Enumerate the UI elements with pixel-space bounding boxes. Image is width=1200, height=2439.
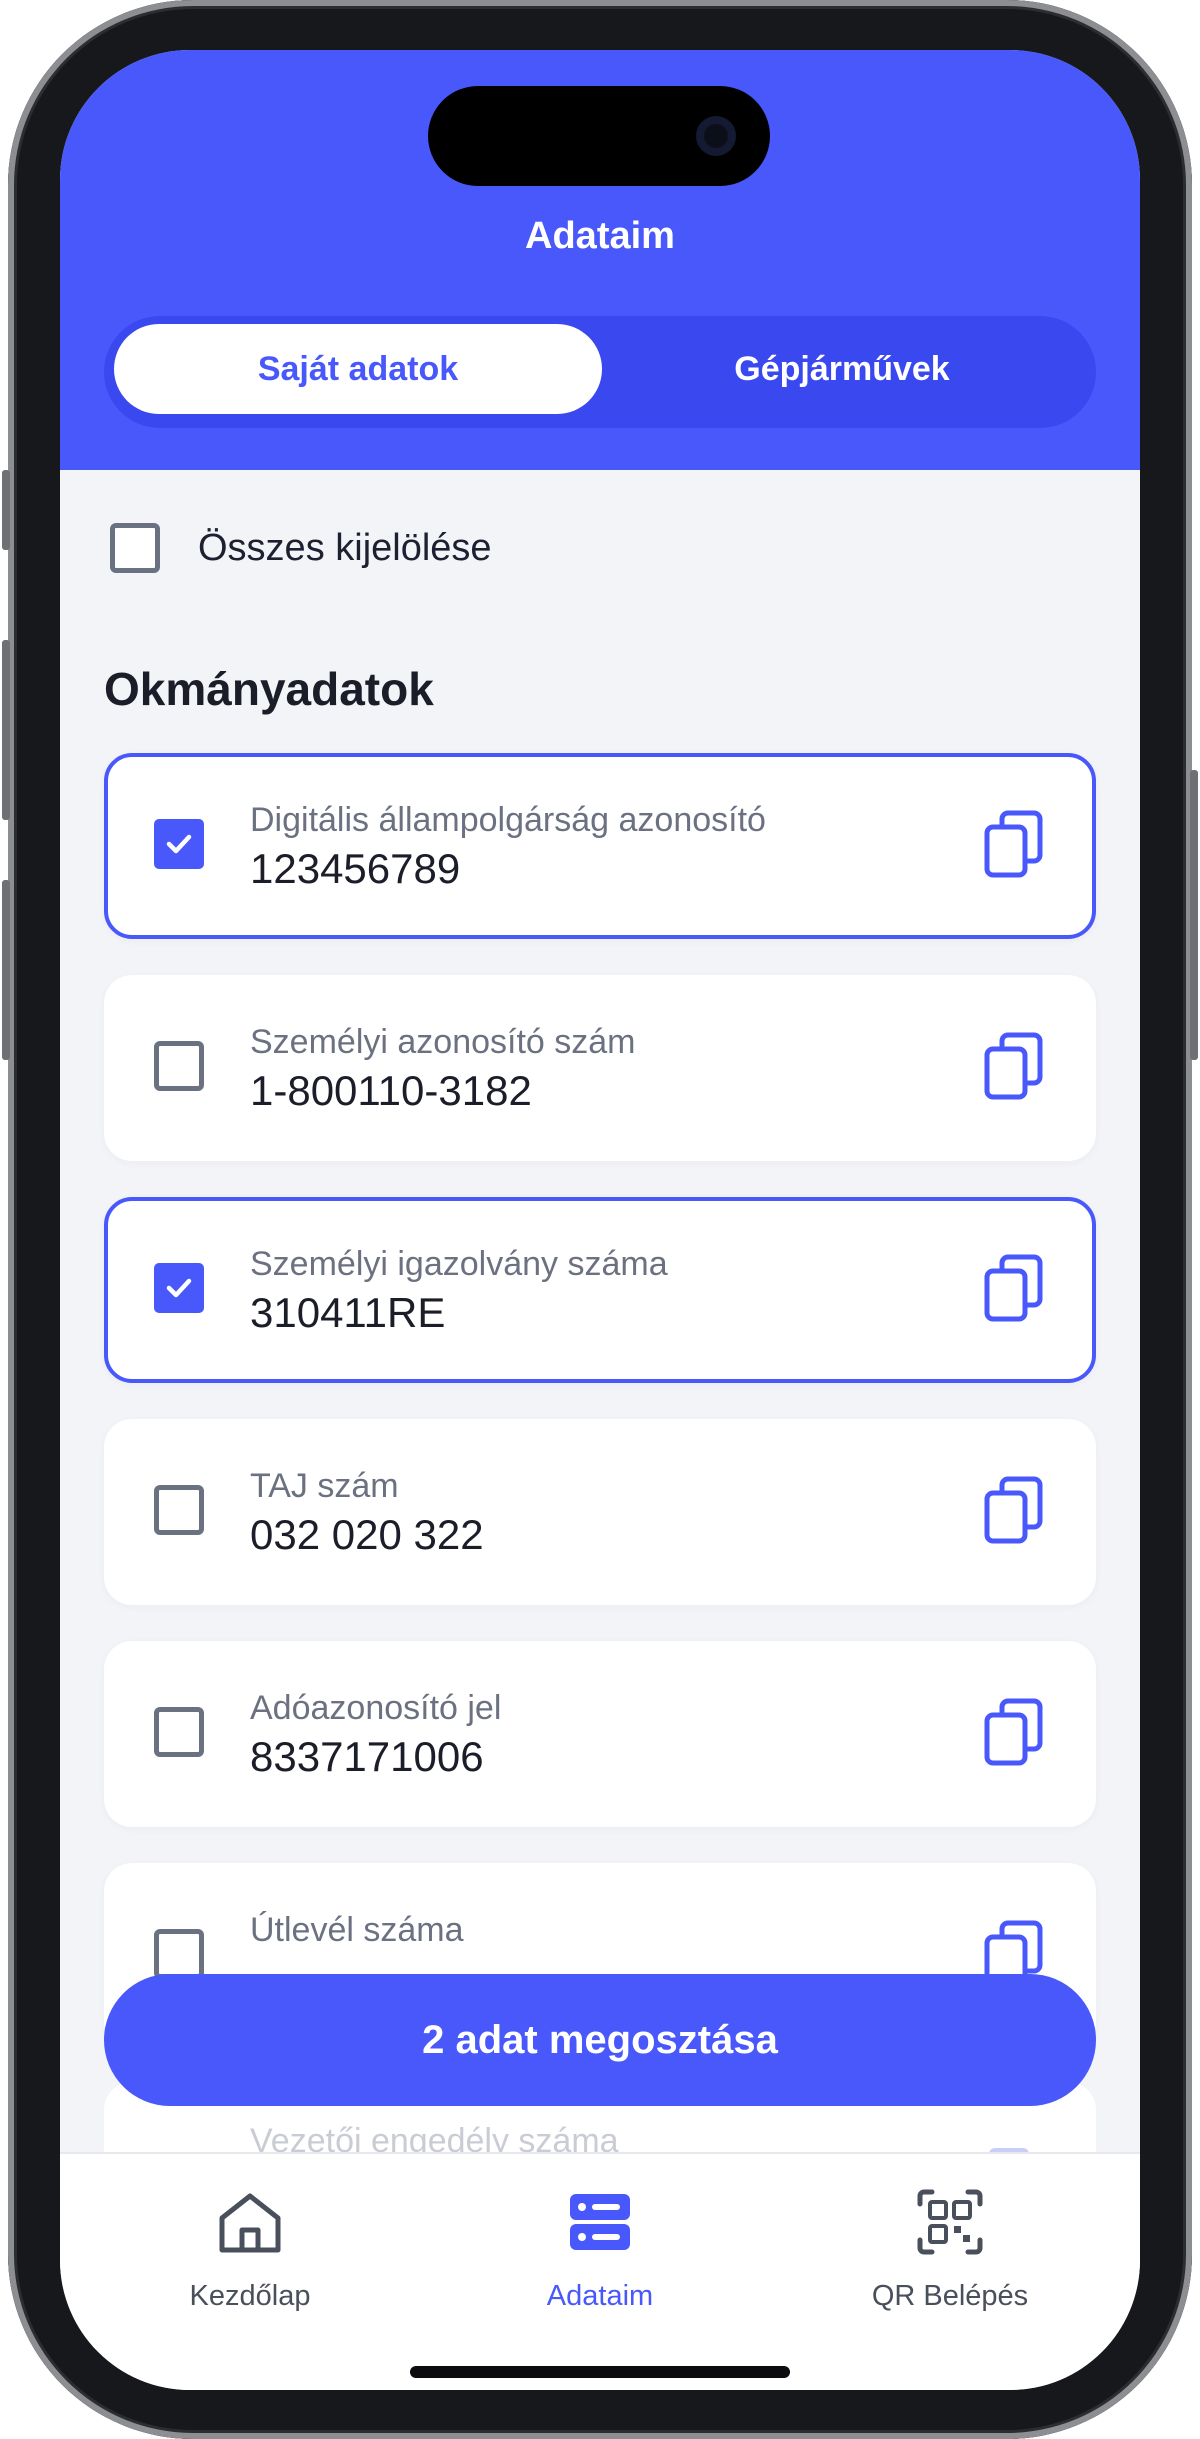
side-button-volume-up [2,640,10,820]
document-value: 123456789 [250,845,461,892]
document-label: Adóazonosító jel [250,1689,502,1727]
document-card[interactable]: Személyi igazolvány száma 310411RE [104,1197,1096,1383]
copy-icon[interactable] [982,1697,1046,1769]
check-icon [166,834,192,854]
document-label: Digitális állampolgárság azonosító [250,801,766,839]
document-checkbox[interactable] [154,1485,204,1535]
tabbar-label: QR Belépés [871,2280,1029,2312]
tabbar-label: Adataim [546,2280,654,2312]
select-all-row[interactable]: Összes kijelölése [110,520,492,576]
share-button[interactable]: 2 adat megosztása [104,1974,1096,2106]
document-value: 032 020 322 [250,1511,484,1558]
select-all-label: Összes kijelölése [198,526,492,569]
list-icon [570,2194,630,2250]
qr-code-icon [917,2189,983,2255]
document-card[interactable]: Adóazonosító jel 8337171006 [104,1641,1096,1827]
header: Adataim Saját adatok Gépjárművek [60,50,1140,470]
document-value: 8337171006 [250,1733,484,1780]
document-checkbox[interactable] [154,819,204,869]
tabbar-item-qr-login[interactable]: QR Belépés [800,2154,1100,2354]
copy-icon[interactable] [982,1253,1046,1325]
app-screen: Adataim Saját adatok Gépjárművek Összes … [60,50,1140,2390]
document-value: 310411RE [250,1289,446,1336]
copy-icon[interactable] [982,1031,1046,1103]
select-all-checkbox[interactable] [110,523,160,573]
copy-icon[interactable] [982,1475,1046,1547]
document-label: TAJ szám [250,1467,399,1505]
side-button-volume-down [2,880,10,1060]
document-label: Útlevél száma [250,1911,464,1949]
side-button-power [1190,770,1198,1060]
check-icon [166,1278,192,1298]
document-value: 1-800110-3182 [250,1067,532,1114]
page-title: Adataim [525,215,675,257]
tabbar-item-home[interactable]: Kezdőlap [100,2154,400,2354]
tab-bar: Kezdőlap Adataim QR Belépés [60,2152,1140,2390]
document-card[interactable]: Digitális állampolgárság azonosító 12345… [104,753,1096,939]
document-card[interactable]: Személyi azonosító szám 1-800110-3182 [104,975,1096,1161]
tabbar-label: Kezdőlap [189,2280,311,2312]
document-checkbox[interactable] [154,1929,204,1979]
home-icon [219,2193,281,2253]
document-checkbox[interactable] [154,1263,204,1313]
document-label: Személyi igazolvány száma [250,1245,668,1283]
document-label: Személyi azonosító szám [250,1023,636,1061]
document-checkbox[interactable] [154,1041,204,1091]
document-checkbox[interactable] [154,1707,204,1757]
tab-vehicles[interactable]: Gépjárművek [598,324,1086,414]
side-button-action [2,470,10,550]
copy-icon[interactable] [982,809,1046,881]
section-title: Okmányadatok [104,663,434,715]
document-card[interactable]: TAJ szám 032 020 322 [104,1419,1096,1605]
home-indicator [410,2366,790,2378]
tab-own-data[interactable]: Saját adatok [114,324,602,414]
camera-lens [696,116,736,156]
tabbar-item-my-data[interactable]: Adataim [450,2154,750,2354]
segmented-control: Saját adatok Gépjárművek [104,316,1096,428]
